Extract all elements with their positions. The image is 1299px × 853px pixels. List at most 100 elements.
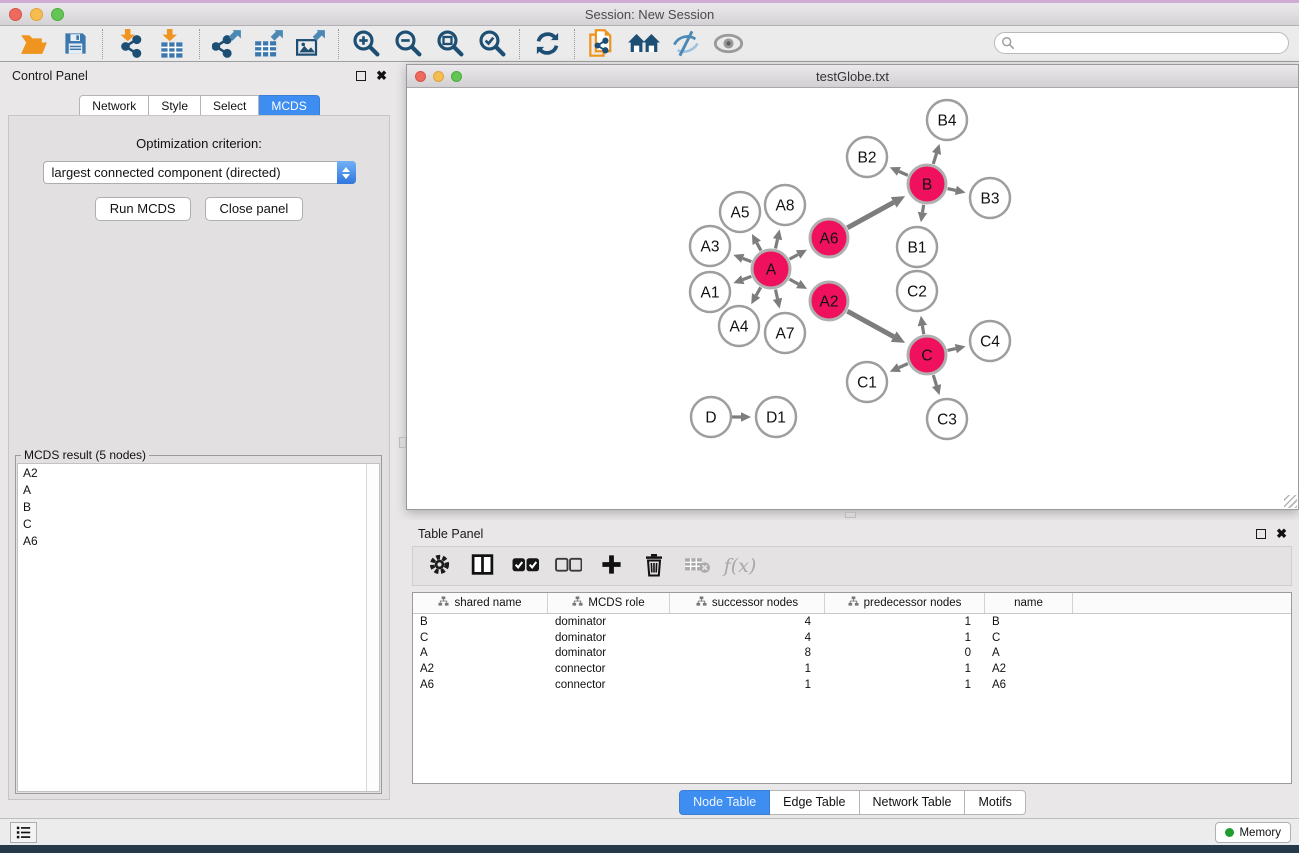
graph-edge-A-A2[interactable]	[789, 279, 798, 284]
graph-edge-A-A1[interactable]	[743, 276, 752, 279]
table-row[interactable]: Cdominator41C	[413, 630, 1291, 646]
table-cell[interactable]: A6	[413, 679, 548, 691]
graph-edge-A6-B[interactable]	[847, 202, 893, 228]
table-cell[interactable]: A2	[985, 663, 1073, 675]
table-cell[interactable]: C	[413, 632, 548, 644]
search-field[interactable]	[994, 32, 1289, 54]
memory-button[interactable]: Memory	[1215, 822, 1291, 843]
column-header-successor-nodes[interactable]: successor nodes	[670, 593, 825, 613]
export-network-button[interactable]	[210, 29, 244, 59]
hide-selected-button[interactable]	[669, 29, 703, 59]
graph-edge-C-C3[interactable]	[933, 375, 936, 386]
zoom-selected-button[interactable]	[475, 29, 509, 59]
graph-edge-A2-C[interactable]	[847, 311, 893, 337]
table-cell[interactable]: connector	[548, 679, 670, 691]
close-table-panel-icon[interactable]: ✖	[1276, 529, 1287, 539]
table-cell[interactable]: 1	[825, 632, 985, 644]
mcds-result-list[interactable]: A2ABCA6	[17, 463, 380, 792]
table-row[interactable]: Adominator80A	[413, 646, 1291, 662]
tab-motifs[interactable]: Motifs	[965, 790, 1025, 815]
graph-edge-A-A5[interactable]	[757, 243, 761, 251]
criterion-dropdown[interactable]: largest connected component (directed)	[43, 161, 356, 184]
table-cell[interactable]: 1	[670, 663, 825, 675]
table-row[interactable]: A2connector11A2	[413, 661, 1291, 677]
network-graph[interactable]: B4B2BB3B1A5A8A6A3AA1A2C2A4A7C4CC1C3DD1	[407, 88, 1298, 509]
result-list-scrollbar[interactable]	[366, 464, 379, 791]
toggle-column-display-button[interactable]	[469, 553, 495, 579]
graph-edge-A-A7[interactable]	[775, 290, 777, 299]
delete-table-button[interactable]	[684, 553, 710, 579]
graph-edge-B-B3[interactable]	[947, 189, 955, 191]
create-new-column-button[interactable]	[598, 553, 624, 579]
zoom-out-button[interactable]	[391, 29, 425, 59]
float-table-panel-icon[interactable]	[1256, 529, 1266, 539]
table-cell[interactable]: A	[413, 647, 548, 659]
tab-network-table[interactable]: Network Table	[860, 790, 966, 815]
column-header-predecessor-nodes[interactable]: predecessor nodes	[825, 593, 985, 613]
zoom-in-button[interactable]	[349, 29, 383, 59]
result-list-item[interactable]: C	[18, 515, 379, 532]
save-session-button[interactable]	[58, 29, 92, 59]
show-network-home-button[interactable]	[627, 29, 661, 59]
table-cell[interactable]: 1	[670, 679, 825, 691]
import-table-from-file-button[interactable]	[155, 29, 189, 59]
delete-columns-button[interactable]	[641, 553, 667, 579]
column-header-name[interactable]: name	[985, 593, 1073, 613]
select-all-rows-button[interactable]	[512, 553, 538, 579]
close-panel-icon[interactable]: ✖	[376, 71, 387, 81]
horizontal-splitter-handle[interactable]	[845, 512, 856, 518]
window-resize-grip[interactable]	[1284, 495, 1297, 508]
table-cell[interactable]: connector	[548, 663, 670, 675]
result-list-item[interactable]: A6	[18, 532, 379, 549]
result-list-item[interactable]: B	[18, 498, 379, 515]
new-network-from-selection-button[interactable]	[585, 29, 619, 59]
graph-edge-C-C2[interactable]	[922, 326, 923, 335]
float-panel-icon[interactable]	[356, 71, 366, 81]
table-cell[interactable]: 0	[825, 647, 985, 659]
table-cell[interactable]: A6	[985, 679, 1073, 691]
graph-edge-A-A6[interactable]	[790, 254, 799, 259]
graph-edge-A-A8[interactable]	[775, 239, 777, 248]
table-cell[interactable]: 1	[825, 679, 985, 691]
deselect-all-rows-button[interactable]	[555, 553, 581, 579]
table-cell[interactable]: dominator	[548, 647, 670, 659]
search-input[interactable]	[1015, 34, 1288, 52]
result-list-item[interactable]: A2	[18, 464, 379, 481]
show-hidden-button[interactable]	[711, 29, 745, 59]
graph-edge-B-B4[interactable]	[933, 153, 936, 164]
graph-edge-C-C1[interactable]	[899, 364, 908, 368]
column-header-shared-name[interactable]: shared name	[413, 593, 548, 613]
tab-node-table[interactable]: Node Table	[679, 790, 770, 815]
apply-preferred-layout-button[interactable]	[530, 29, 564, 59]
table-cell[interactable]: B	[413, 616, 548, 628]
column-header-MCDS-role[interactable]: MCDS role	[548, 593, 670, 613]
table-cell[interactable]: 1	[825, 663, 985, 675]
task-history-button[interactable]	[10, 822, 37, 843]
table-cell[interactable]: A	[985, 647, 1073, 659]
vertical-splitter-handle[interactable]	[399, 437, 406, 448]
table-cell[interactable]: C	[985, 632, 1073, 644]
table-row[interactable]: Bdominator41B	[413, 614, 1291, 630]
table-cell[interactable]: 4	[670, 616, 825, 628]
network-canvas[interactable]: B4B2BB3B1A5A8A6A3AA1A2C2A4A7C4CC1C3DD1	[407, 88, 1298, 509]
table-row[interactable]: A6connector11A6	[413, 677, 1291, 693]
table-cell[interactable]: 1	[825, 616, 985, 628]
tab-edge-table[interactable]: Edge Table	[770, 790, 859, 815]
open-session-button[interactable]	[16, 29, 50, 59]
import-network-from-file-button[interactable]	[113, 29, 147, 59]
graph-edge-A-A4[interactable]	[756, 287, 761, 295]
export-table-button[interactable]	[252, 29, 286, 59]
table-cell[interactable]: B	[985, 616, 1073, 628]
graph-edge-B-B2[interactable]	[899, 171, 908, 175]
table-cell[interactable]: dominator	[548, 616, 670, 628]
function-builder-button[interactable]: f(x)	[727, 553, 753, 579]
result-list-item[interactable]: A	[18, 481, 379, 498]
export-image-button[interactable]	[294, 29, 328, 59]
table-cell[interactable]: dominator	[548, 632, 670, 644]
graph-edge-A-A3[interactable]	[743, 258, 752, 261]
close-panel-button[interactable]: Close panel	[205, 197, 304, 221]
table-cell[interactable]: A2	[413, 663, 548, 675]
zoom-fit-content-button[interactable]	[433, 29, 467, 59]
graph-edge-B-B1[interactable]	[922, 205, 923, 213]
run-mcds-button[interactable]: Run MCDS	[95, 197, 191, 221]
